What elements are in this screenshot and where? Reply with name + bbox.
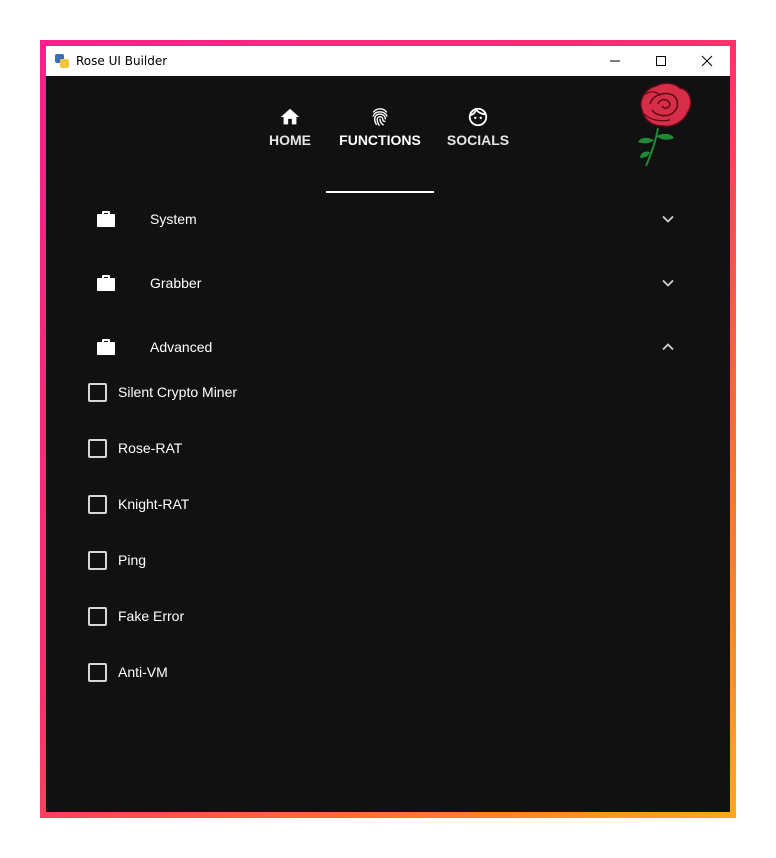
checkbox[interactable] [88, 438, 107, 458]
checkbox[interactable] [88, 662, 107, 682]
fingerprint-icon [372, 108, 388, 126]
close-button[interactable] [684, 46, 730, 76]
option-rose-rat[interactable]: Rose-RAT [88, 436, 182, 460]
briefcase-icon [97, 275, 115, 291]
option-anti-vm[interactable]: Anti-VM [88, 660, 168, 684]
checkbox[interactable] [88, 550, 107, 570]
rose-logo [638, 82, 692, 167]
option-ping[interactable]: Ping [88, 548, 146, 572]
section-grabber[interactable]: Grabber [46, 263, 730, 303]
briefcase-icon [97, 339, 115, 355]
section-grabber-label: Grabber [150, 275, 202, 291]
option-label: Rose-RAT [118, 440, 183, 456]
tab-socials[interactable]: SOCIALS [442, 76, 514, 164]
option-knight-rat[interactable]: Knight-RAT [88, 492, 189, 516]
maximize-icon [656, 56, 666, 66]
section-advanced[interactable]: Advanced [46, 327, 730, 367]
tab-home[interactable]: HOME [258, 76, 322, 164]
tab-functions[interactable]: FUNCTIONS [326, 76, 434, 164]
option-fake-error[interactable]: Fake Error [88, 604, 184, 628]
checkbox[interactable] [88, 494, 107, 514]
home-icon [280, 108, 300, 125]
tab-functions-label: FUNCTIONS [339, 132, 421, 148]
section-advanced-label: Advanced [150, 339, 213, 355]
app-window: Rose UI Builder HOME FUNCTIONS SOCIALS S… [46, 46, 730, 812]
tab-home-label: HOME [269, 132, 311, 148]
option-label: Knight-RAT [118, 496, 190, 512]
chevron-down-icon[interactable] [658, 209, 678, 229]
option-label: Silent Crypto Miner [118, 384, 238, 400]
close-icon [701, 55, 713, 67]
title-bar[interactable]: Rose UI Builder [46, 46, 730, 76]
briefcase-icon [97, 211, 115, 227]
active-tab-indicator [326, 191, 434, 193]
section-system[interactable]: System [46, 199, 730, 239]
option-silent-crypto-miner[interactable]: Silent Crypto Miner [88, 380, 237, 404]
face-icon [468, 107, 488, 127]
window-title: Rose UI Builder [76, 54, 168, 68]
section-system-label: System [150, 211, 197, 227]
option-label: Ping [118, 552, 147, 568]
chevron-up-icon[interactable] [658, 337, 678, 357]
maximize-button[interactable] [638, 46, 684, 76]
python-app-icon [54, 53, 70, 69]
checkbox[interactable] [88, 382, 107, 402]
chevron-down-icon[interactable] [658, 273, 678, 293]
top-navigation: HOME FUNCTIONS SOCIALS [46, 76, 730, 194]
minimize-button[interactable] [592, 46, 638, 76]
option-label: Fake Error [118, 608, 185, 624]
minimize-icon [610, 60, 620, 62]
checkbox[interactable] [88, 606, 107, 626]
option-label: Anti-VM [118, 664, 168, 680]
tab-socials-label: SOCIALS [446, 132, 510, 148]
